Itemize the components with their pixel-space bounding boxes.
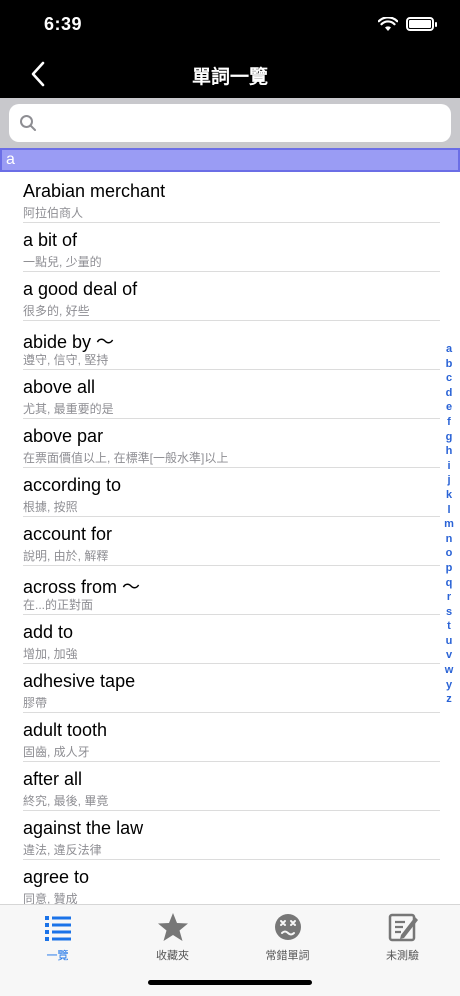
- index-letter[interactable]: h: [446, 444, 453, 459]
- battery-icon: [406, 17, 437, 31]
- list-icon: [44, 916, 71, 941]
- word-text: a bit of: [23, 230, 78, 250]
- tab-favorites[interactable]: 收藏夾: [115, 911, 230, 963]
- list-item[interactable]: a bit of 一點兒, 少量的: [0, 223, 440, 272]
- list-item[interactable]: above all 尤其, 最重要的是: [0, 370, 440, 419]
- word-text: adhesive tape: [23, 671, 136, 691]
- section-header: a: [0, 148, 460, 172]
- index-letter[interactable]: v: [446, 648, 452, 663]
- list-item[interactable]: add to 增加, 加強: [0, 615, 440, 664]
- search-bar: [0, 98, 460, 148]
- alphabet-index[interactable]: abcdefghijklmnopqrstuvwyz: [442, 342, 456, 707]
- word-text: account for: [23, 524, 113, 544]
- meaning-text: 說明, 由於, 解釋: [23, 549, 109, 563]
- search-icon: [20, 115, 36, 131]
- index-letter[interactable]: l: [447, 503, 450, 518]
- word-text: against the law: [23, 818, 144, 838]
- search-box[interactable]: [9, 104, 451, 142]
- meaning-text: 在票面價值以上, 在標準[一般水準]以上: [23, 451, 229, 465]
- word-text: after all: [23, 769, 83, 789]
- index-letter[interactable]: i: [447, 459, 450, 474]
- word-text: a good deal of: [23, 279, 138, 299]
- index-letter[interactable]: p: [446, 561, 453, 576]
- list-item[interactable]: adhesive tape 膠帶: [0, 664, 440, 713]
- tab-list[interactable]: 一覽: [0, 911, 115, 963]
- status-icons: [378, 15, 437, 33]
- list-item[interactable]: agree to 同意, 贊成: [0, 860, 440, 904]
- index-letter[interactable]: j: [447, 473, 450, 488]
- index-letter[interactable]: s: [446, 605, 452, 620]
- index-letter[interactable]: m: [444, 517, 454, 532]
- meaning-text: 一點兒, 少量的: [23, 255, 102, 269]
- index-letter[interactable]: t: [447, 619, 451, 634]
- word-text: Arabian merchant: [23, 181, 166, 201]
- tab-label: 常錯單詞: [265, 950, 310, 962]
- word-text: add to: [23, 622, 74, 642]
- tab-label: 收藏夾: [156, 950, 189, 962]
- list-item[interactable]: abide by ～遵守, 信守, 堅持: [0, 321, 440, 370]
- tab-label: 未測驗: [386, 950, 419, 962]
- search-input[interactable]: [45, 108, 441, 138]
- index-letter[interactable]: k: [446, 488, 452, 503]
- index-letter[interactable]: n: [446, 532, 453, 547]
- index-letter[interactable]: u: [446, 634, 453, 649]
- index-letter[interactable]: r: [447, 590, 451, 605]
- index-letter[interactable]: y: [446, 678, 452, 693]
- meaning-text: 終究, 最後, 畢竟: [23, 794, 109, 808]
- index-letter[interactable]: b: [446, 357, 453, 372]
- index-letter[interactable]: z: [446, 692, 452, 707]
- top-bar: 6:39 單詞一覽: [0, 0, 460, 98]
- word-text: adult tooth: [23, 720, 108, 740]
- index-letter[interactable]: a: [446, 342, 452, 357]
- index-letter[interactable]: g: [446, 430, 453, 445]
- meaning-text: 遵守, 信守, 堅持: [23, 353, 109, 367]
- quiz-icon: [388, 913, 418, 942]
- word-list: Arabian merchant 阿拉伯商人 a bit of 一點兒, 少量的 a g…: [0, 174, 440, 904]
- list-item[interactable]: against the law 違法, 違反法律: [0, 811, 440, 860]
- meaning-text: 在...的正對面: [23, 598, 94, 612]
- list-item[interactable]: across from ～在...的正對面: [0, 566, 440, 615]
- mistake-face-icon: [274, 914, 301, 940]
- index-letter[interactable]: e: [446, 400, 452, 415]
- list-item[interactable]: Arabian merchant 阿拉伯商人: [0, 174, 440, 223]
- list-item[interactable]: account for 說明, 由於, 解釋: [0, 517, 440, 566]
- list-item[interactable]: a good deal of 很多的, 好些: [0, 272, 440, 321]
- wifi-icon: [378, 16, 398, 31]
- index-letter[interactable]: d: [446, 386, 453, 401]
- star-icon: [157, 913, 188, 941]
- word-text: above par: [23, 426, 104, 446]
- list-item[interactable]: after all 終究, 最後, 畢竟: [0, 762, 440, 811]
- tab-label: 一覽: [46, 950, 69, 962]
- index-letter[interactable]: w: [445, 663, 454, 678]
- tab-untested[interactable]: 未測驗: [345, 911, 460, 963]
- word-text: according to: [23, 475, 122, 495]
- word-text: agree to: [23, 867, 90, 887]
- meaning-text: 同意, 贊成: [23, 892, 78, 904]
- index-letter[interactable]: c: [446, 371, 452, 386]
- meaning-text: 阿拉伯商人: [23, 206, 84, 220]
- index-letter[interactable]: f: [447, 415, 451, 430]
- meaning-text: 根據, 按照: [23, 500, 78, 514]
- meaning-text: 尤其, 最重要的是: [23, 402, 114, 416]
- meaning-text: 違法, 違反法律: [23, 843, 102, 857]
- home-indicator: [148, 980, 312, 985]
- meaning-text: 增加, 加強: [23, 647, 78, 661]
- word-text: above all: [23, 377, 96, 397]
- index-letter[interactable]: o: [446, 546, 453, 561]
- page-title: 單詞一覽: [191, 67, 268, 88]
- list-item[interactable]: adult tooth 固齒, 成人牙: [0, 713, 440, 762]
- list-item[interactable]: above par 在票面價值以上, 在標準[一般水準]以上: [0, 419, 440, 468]
- meaning-text: 膠帶: [23, 696, 48, 710]
- index-letter[interactable]: q: [446, 576, 453, 591]
- meaning-text: 固齒, 成人牙: [23, 745, 90, 759]
- status-time: 6:39: [44, 14, 83, 34]
- list-item[interactable]: according to 根據, 按照: [0, 468, 440, 517]
- tab-mistakes[interactable]: 常錯單詞: [230, 911, 345, 963]
- meaning-text: 很多的, 好些: [23, 304, 90, 318]
